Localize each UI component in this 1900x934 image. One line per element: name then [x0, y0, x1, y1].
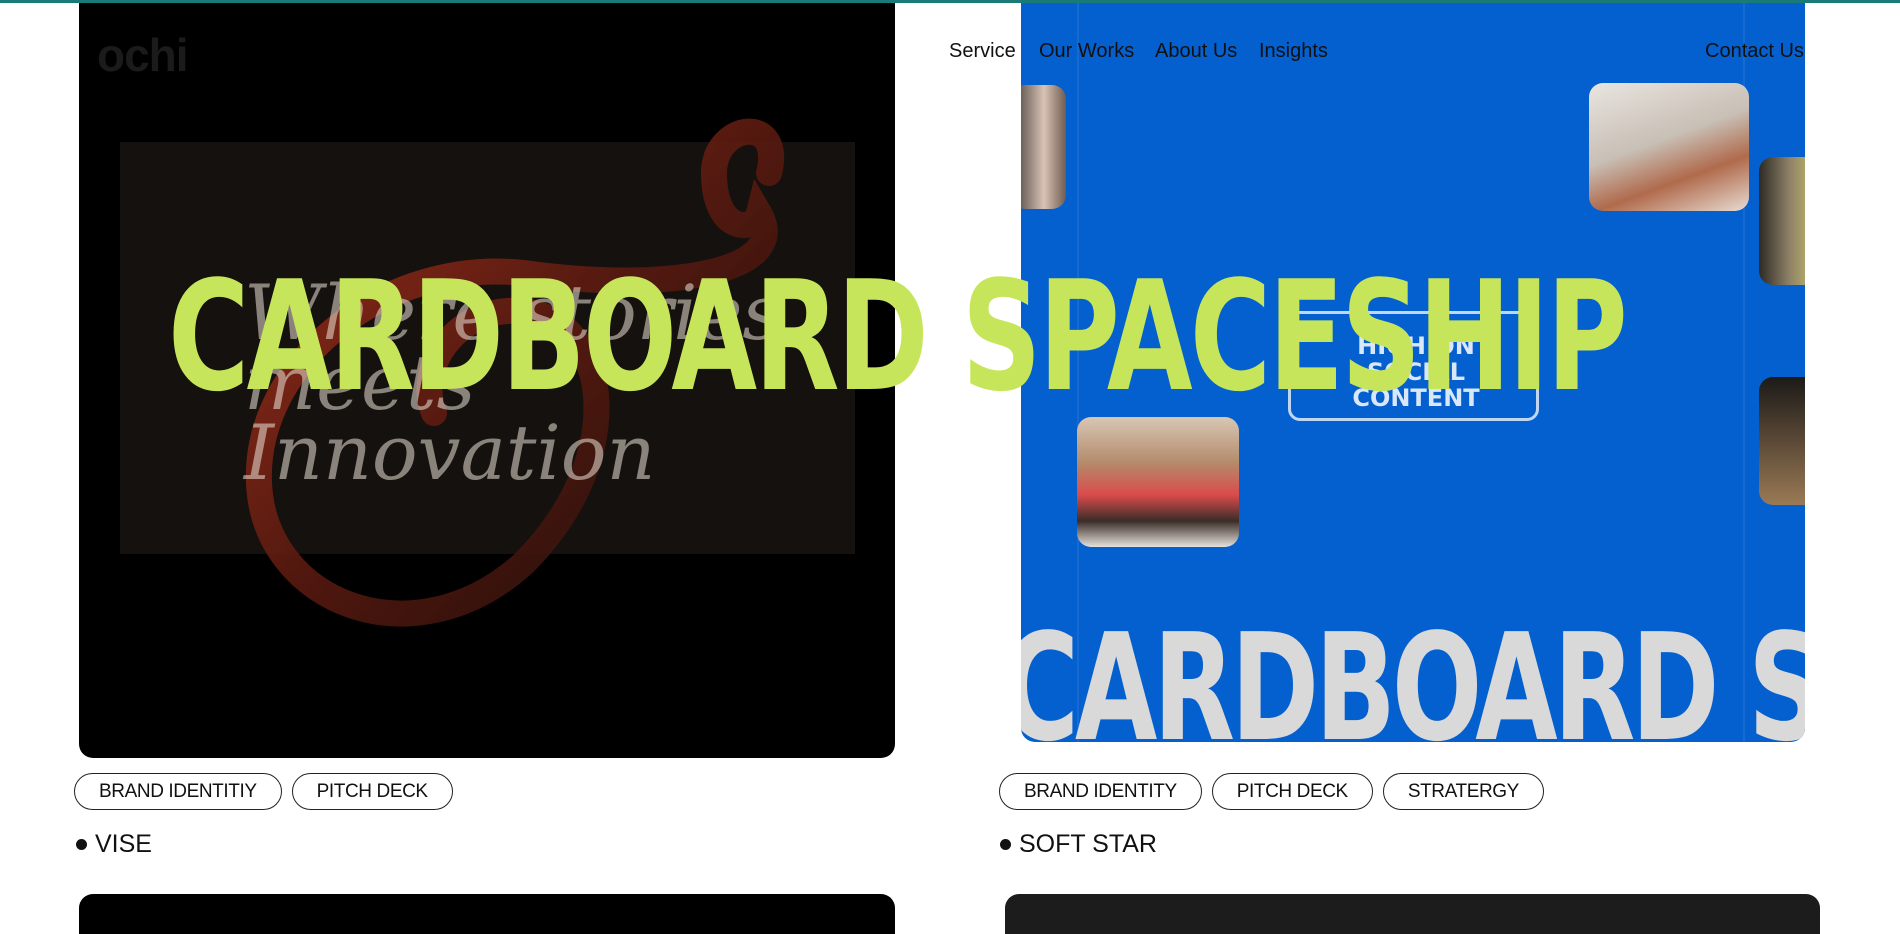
side-photo	[1759, 157, 1805, 285]
nav-link-our-works[interactable]: Our Works	[1039, 40, 1134, 62]
next-project-card[interactable]	[1005, 894, 1820, 934]
nav-item-service[interactable]: Service	[949, 40, 1016, 63]
tag-list: BRAND IDENTITY PITCH DECK STRATERGY	[999, 773, 1544, 810]
side-photo	[1759, 377, 1805, 505]
ochi-logo[interactable]: ochi	[97, 28, 189, 82]
nav-item-about-us[interactable]: About Us	[1155, 40, 1237, 63]
tag-strategy[interactable]: STRATERGY	[1382, 773, 1544, 810]
nav-link-insights[interactable]: Insights	[1259, 40, 1328, 62]
bullet-dot-icon	[1000, 838, 1011, 850]
portrait-photo	[1021, 85, 1066, 209]
nav-item-contact-us[interactable]: Contact Us	[1705, 40, 1804, 63]
tag-brand-identity[interactable]: BRAND IDENTITIY	[74, 773, 282, 810]
project-name: VISE	[95, 830, 152, 858]
project-name: SOFT STAR	[1019, 830, 1157, 858]
hero-project-title: CARDBOARD SPACESHIP	[168, 248, 1628, 425]
tag-list: BRAND IDENTITIY PITCH DECK	[74, 773, 453, 810]
project-title-soft-star[interactable]: SOFT STAR	[1000, 830, 1157, 859]
tag-brand-identity[interactable]: BRAND IDENTITY	[999, 773, 1202, 810]
cocktail-photo	[1589, 83, 1749, 211]
tag-pitch-deck[interactable]: PITCH DECK	[1211, 773, 1373, 810]
nav-link-about-us[interactable]: About Us	[1155, 40, 1237, 62]
project-title-vise[interactable]: VISE	[76, 830, 152, 859]
nav-item-insights[interactable]: Insights	[1259, 40, 1328, 63]
marquee-text: CARDBOARD SPACESHIP	[1021, 602, 1805, 742]
nav-link-contact-us[interactable]: Contact Us	[1705, 40, 1804, 62]
bullet-dot-icon	[76, 838, 87, 850]
tag-pitch-deck[interactable]: PITCH DECK	[291, 773, 453, 810]
next-project-card[interactable]	[79, 894, 895, 934]
friends-photo	[1077, 417, 1239, 547]
nav-item-our-works[interactable]: Our Works	[1039, 40, 1134, 63]
nav-link-service[interactable]: Service	[949, 40, 1016, 62]
